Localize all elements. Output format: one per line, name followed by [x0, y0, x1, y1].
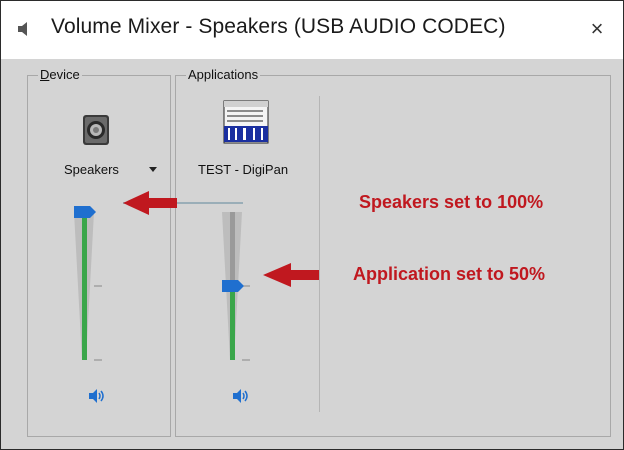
mixer-client-area: Device Speakers Applications TEST - Digi…: [1, 59, 623, 449]
speaker-volume-icon[interactable]: [86, 386, 108, 406]
title-bar[interactable]: Volume Mixer - Speakers (USB AUDIO CODEC…: [1, 1, 623, 59]
speaker-device-icon[interactable]: [81, 114, 111, 146]
speaker-icon: [18, 22, 27, 36]
volume-mixer-window: Volume Mixer - Speakers (USB AUDIO CODEC…: [0, 0, 624, 450]
device-group-label: Device: [38, 67, 82, 82]
app-name-label: TEST - DigiPan: [198, 162, 289, 177]
slider-level: [82, 212, 87, 360]
device-group: Device Speakers: [27, 67, 171, 437]
slider-thumb[interactable]: [222, 280, 244, 292]
slider-level: [230, 286, 235, 360]
window-title: Volume Mixer - Speakers (USB AUDIO CODEC…: [51, 15, 506, 38]
app-column-divider: [319, 96, 320, 412]
app-volume-slider[interactable]: [216, 204, 256, 372]
close-button[interactable]: ×: [577, 11, 617, 47]
speaker-volume-icon[interactable]: [230, 386, 252, 406]
chevron-down-icon[interactable]: [146, 164, 160, 174]
annotation-speakers-text: Speakers set to 100%: [359, 192, 544, 212]
applications-group-label: Applications: [186, 67, 261, 82]
digipan-app-icon[interactable]: [223, 100, 269, 144]
applications-group: Applications TEST - DigiPan: [175, 67, 611, 437]
annotation-app-text: Application set to 50%: [353, 264, 546, 284]
device-volume-slider[interactable]: [68, 204, 108, 372]
device-name-label[interactable]: Speakers: [64, 162, 119, 177]
